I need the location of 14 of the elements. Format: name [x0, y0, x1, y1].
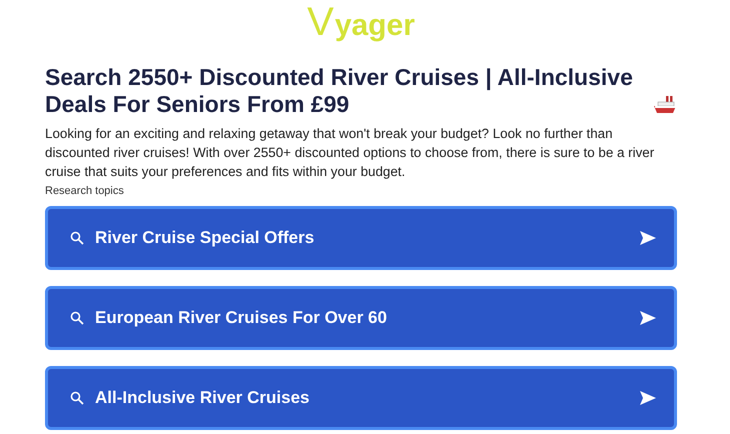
send-arrow-icon	[640, 231, 656, 245]
topic-button[interactable]: River Cruise Special Offers	[45, 206, 677, 270]
section-label: Research topics	[45, 185, 125, 197]
intro-paragraph: Looking for an exciting and relaxing getaway that won't break your budget? Look no further than discounted river cruises! With over 2550+ discounted options to choose from, there is sure to be a river cruise that suits your preferences and fits within your budget.	[45, 125, 656, 181]
search-icon	[70, 231, 84, 245]
ship-icon	[653, 95, 677, 115]
topic-button[interactable]: All-Inclusive River Cruises	[45, 366, 677, 430]
send-arrow-icon	[640, 311, 656, 325]
logo: Vyager	[307, 2, 415, 44]
search-icon	[70, 391, 84, 405]
page-title: Search 2550+ Discounted River Cruises | All-Inclusive Deals For Seniors From £99	[45, 64, 634, 118]
send-arrow-icon	[640, 391, 656, 405]
topic-button[interactable]: European River Cruises For Over 60	[45, 286, 677, 350]
search-icon	[70, 311, 84, 325]
